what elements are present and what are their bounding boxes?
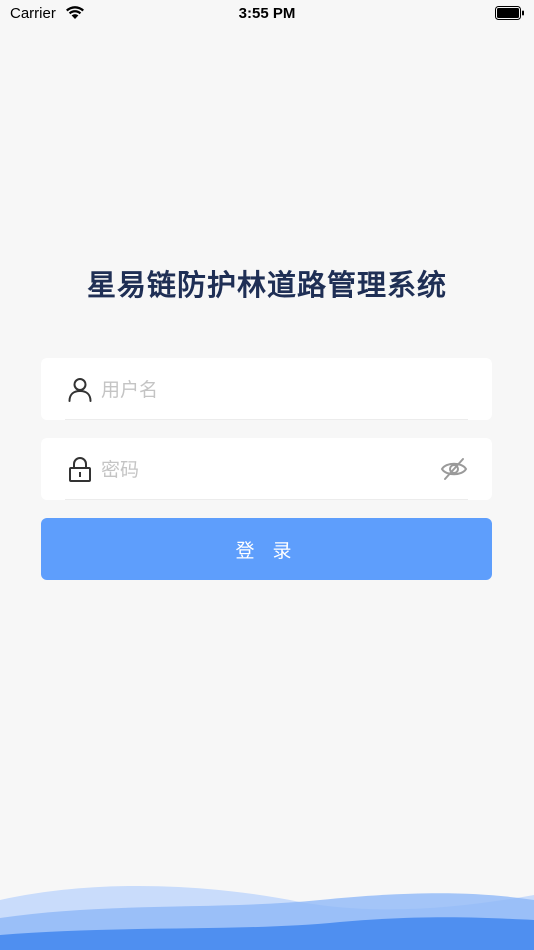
user-icon (68, 378, 92, 402)
username-field[interactable] (41, 358, 492, 422)
battery-icon (495, 6, 524, 20)
password-field[interactable] (41, 438, 492, 502)
app-title: 星易链防护林道路管理系统 (86, 268, 447, 302)
password-input[interactable] (99, 438, 433, 502)
eye-slash-icon[interactable] (440, 456, 468, 482)
status-time: 3:55 PM (238, 5, 296, 22)
wave-decoration (0, 885, 534, 950)
lock-icon (69, 457, 91, 482)
field-divider (65, 419, 468, 420)
username-input[interactable] (99, 358, 433, 422)
status-bar: Carrier 3:55 PM (0, 0, 534, 28)
login-button[interactable]: 登 录 (41, 518, 492, 580)
field-divider (65, 499, 468, 500)
